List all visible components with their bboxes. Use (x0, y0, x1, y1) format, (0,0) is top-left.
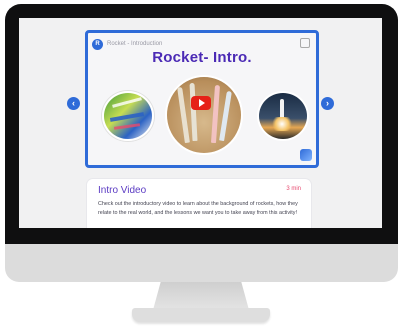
card-description: Check out the introductory video to lear… (98, 201, 298, 216)
card-title: Intro Video (98, 185, 147, 196)
carousel-next-button[interactable]: › (321, 97, 334, 110)
intro-video-card: Intro Video 3 min Check out the introduc… (87, 179, 311, 228)
monitor-screen: ‹ › R Rocket - Introduction Rocket- Intr… (19, 18, 382, 228)
rocket-launch-photo (257, 91, 309, 141)
channel-avatar[interactable]: R (92, 38, 103, 50)
chevron-right-icon: › (326, 98, 329, 108)
monitor-stand-base (132, 308, 270, 322)
slide-title: Rocket- Intro. (152, 49, 252, 66)
video-player[interactable]: R Rocket - Introduction Rocket- Intro. (85, 30, 319, 168)
carousel-prev-button[interactable]: ‹ (67, 97, 80, 110)
monitor-chin (5, 244, 398, 282)
card-duration: 3 min (286, 186, 301, 192)
monitor-stand-neck (153, 282, 249, 310)
brand-logo-icon (300, 149, 312, 161)
video-label[interactable]: Rocket - Introduction (107, 41, 162, 47)
chevron-left-icon: ‹ (72, 98, 75, 108)
play-button[interactable] (191, 96, 211, 110)
activity-photo-left (102, 91, 154, 141)
rockets-photo (165, 75, 243, 155)
copy-icon[interactable] (300, 38, 310, 48)
play-icon (198, 99, 205, 107)
